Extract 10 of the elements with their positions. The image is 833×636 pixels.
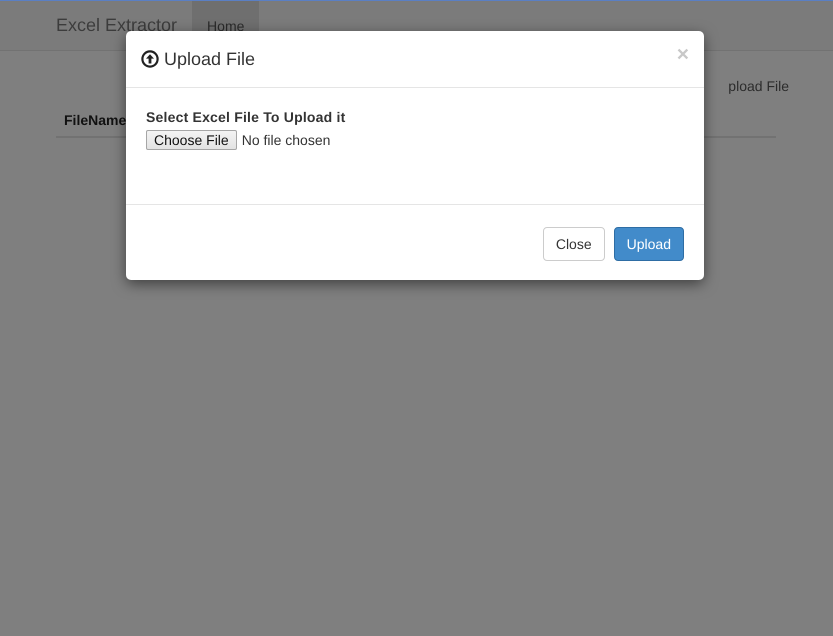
upload-icon — [141, 50, 159, 68]
choose-file-button[interactable]: Choose File — [146, 130, 237, 150]
brand-title: Excel Extractor — [56, 14, 178, 37]
file-status: No file chosen — [242, 132, 330, 148]
field-label: Select Excel File To Upload it — [146, 109, 346, 125]
column-header: FileName — [64, 112, 126, 128]
close-button[interactable]: Close — [542, 226, 605, 260]
upload-button[interactable]: Upload — [614, 226, 684, 260]
upload-link[interactable]: pload File — [728, 78, 789, 94]
dialog-title: Upload File — [164, 48, 256, 70]
